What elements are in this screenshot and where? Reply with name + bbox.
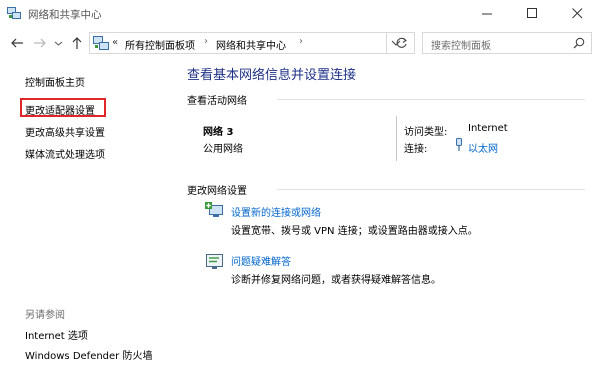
back-arrow-icon[interactable] [10, 36, 24, 50]
breadcrumb-control-panel[interactable]: 所有控制面板项 [125, 37, 195, 52]
windows-defender-firewall-link[interactable]: Windows Defender 防火墙 [25, 347, 152, 362]
ethernet-icon[interactable] [455, 138, 463, 152]
up-arrow-icon[interactable] [70, 36, 84, 50]
close-button[interactable] [555, 0, 600, 28]
troubleshoot-icon[interactable] [205, 253, 225, 271]
maximize-button[interactable] [510, 0, 555, 28]
search-placeholder: 搜索控制面板 [431, 41, 491, 52]
refresh-icon [396, 37, 407, 48]
minimize-button[interactable] [465, 0, 510, 28]
access-type-label: 访问类型: [404, 127, 448, 138]
change-adapter-settings-link[interactable]: 更改适配器设置 [25, 102, 95, 117]
overflow-chevron[interactable]: « [112, 37, 118, 48]
forward-arrow-icon[interactable] [33, 36, 47, 50]
control-panel-home-link[interactable]: 控制面板主页 [25, 74, 85, 89]
network-center-icon [7, 7, 21, 20]
active-networks-heading: 查看活动网络 [187, 96, 247, 107]
new-connection-icon[interactable] [205, 202, 225, 220]
access-type-value: Internet [468, 123, 508, 134]
breadcrumb-network-center[interactable]: 网络和共享中心 [216, 37, 286, 52]
window-title: 网络和共享中心 [28, 9, 102, 21]
vertical-divider [396, 116, 397, 161]
change-settings-heading: 更改网络设置 [187, 186, 247, 197]
title-bar: 网络和共享中心 [0, 0, 600, 28]
change-advanced-sharing-link[interactable]: 更改高级共享设置 [25, 124, 105, 139]
setup-new-connection-desc: 设置宽带、拨号或 VPN 连接；或设置路由器或接入点。 [231, 226, 478, 237]
network-type-link[interactable]: 公用网络 [203, 140, 243, 155]
minimize-icon [482, 13, 492, 15]
troubleshoot-link[interactable]: 问题疑难解答 [231, 253, 291, 268]
breadcrumb-separator-end[interactable]: › [299, 36, 303, 47]
address-bar[interactable]: « 所有控制面板项 › 网络和共享中心 › [89, 32, 415, 54]
setup-new-connection-link[interactable]: 设置新的连接或网络 [231, 204, 321, 219]
media-streaming-options-link[interactable]: 媒体流式处理选项 [25, 146, 105, 161]
breadcrumb-separator[interactable]: › [204, 36, 208, 47]
search-box[interactable]: 搜索控制面板 [422, 32, 592, 54]
maximize-icon [527, 8, 537, 18]
section-divider-2 [277, 189, 585, 190]
internet-options-link[interactable]: Internet 选项 [25, 327, 88, 342]
ethernet-link[interactable]: 以太网 [468, 140, 498, 155]
close-icon [572, 8, 583, 19]
network-name: 网络 3 [203, 127, 234, 138]
control-panel-icon [93, 36, 109, 50]
troubleshoot-desc: 诊断并修复网络问题，或者获得疑难解答信息。 [231, 275, 441, 286]
connections-label: 连接: [404, 144, 428, 155]
refresh-button[interactable] [386, 32, 415, 54]
see-also-heading: 另请参阅 [25, 310, 65, 321]
recent-dropdown-icon[interactable] [54, 36, 63, 50]
page-title: 查看基本网络信息并设置连接 [187, 68, 357, 83]
search-icon[interactable] [573, 37, 585, 52]
section-divider [277, 99, 585, 100]
